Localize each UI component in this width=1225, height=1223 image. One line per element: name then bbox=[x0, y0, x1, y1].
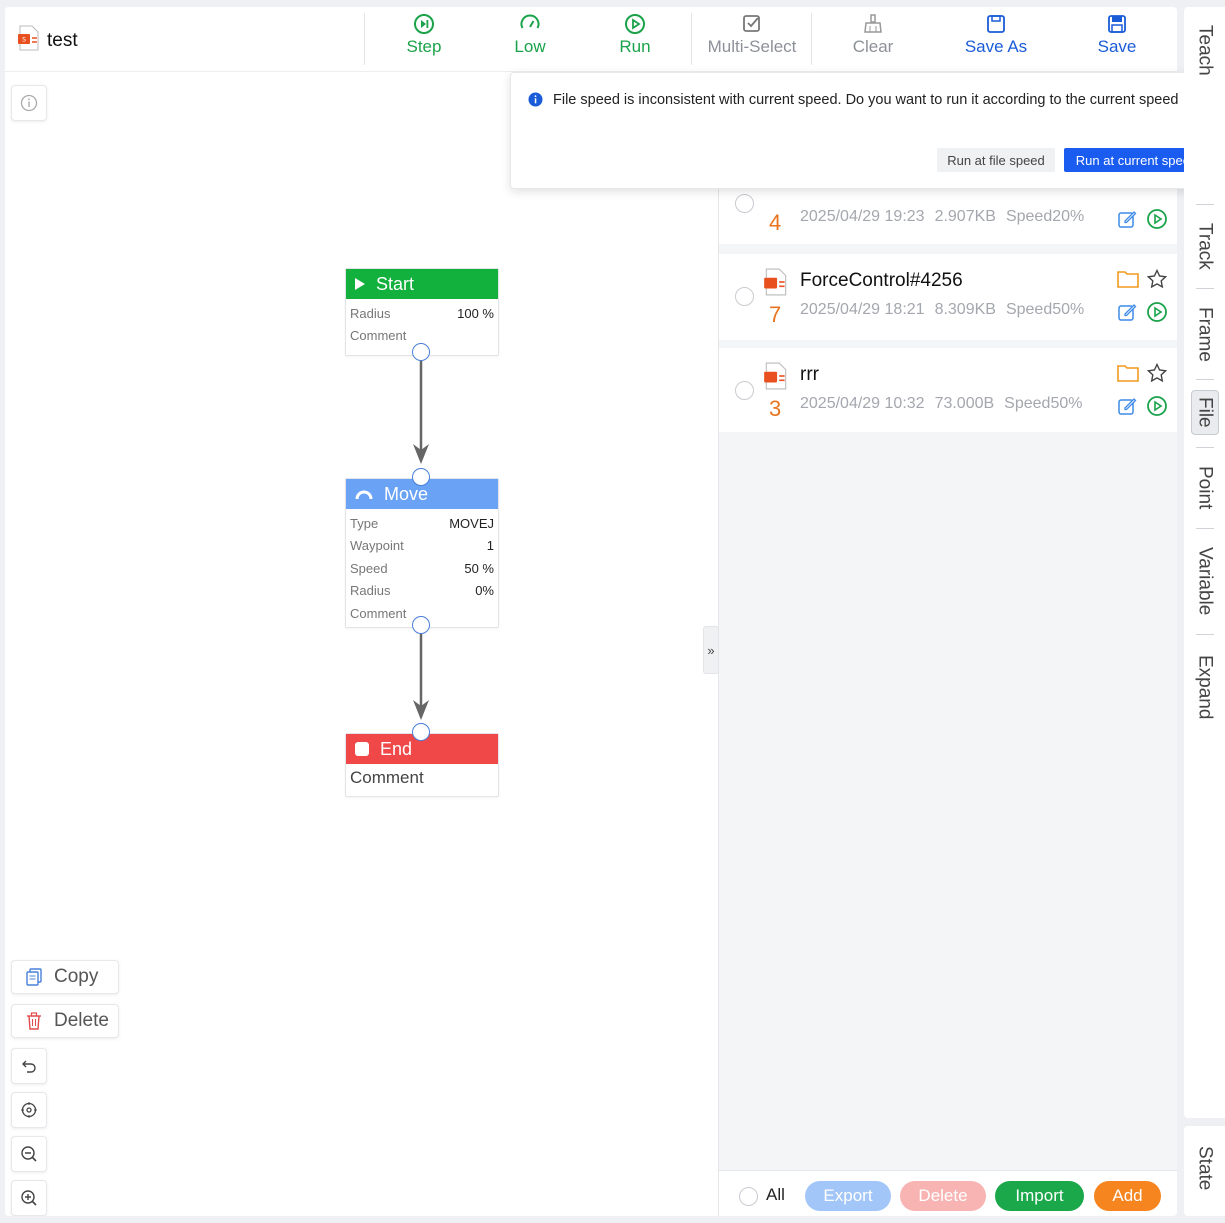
step-button[interactable]: Step bbox=[374, 13, 474, 65]
play-icon bbox=[355, 278, 365, 290]
file-action-bar: All Export Delete Import Add bbox=[719, 1170, 1177, 1216]
folder-icon[interactable] bbox=[1117, 270, 1139, 288]
delete-node-button[interactable]: Delete bbox=[11, 1004, 119, 1038]
start-radius-row: Radius 100 % bbox=[350, 305, 494, 321]
toolbar-divider bbox=[364, 13, 365, 65]
zoom-in-button[interactable] bbox=[11, 1180, 47, 1216]
flow-connectors bbox=[413, 360, 429, 720]
run-file-icon[interactable] bbox=[1146, 395, 1168, 417]
center-view-button[interactable] bbox=[11, 1092, 47, 1128]
broom-icon bbox=[864, 14, 882, 33]
select-all-label: All bbox=[766, 1185, 785, 1204]
tab-frame[interactable]: Frame bbox=[1184, 307, 1225, 362]
edit-icon[interactable] bbox=[1117, 209, 1137, 229]
double-chevron-right-icon: » bbox=[707, 642, 715, 658]
undo-button[interactable] bbox=[11, 1048, 47, 1084]
tab-variable[interactable]: Variable bbox=[1184, 547, 1225, 615]
tab-divider bbox=[1196, 204, 1214, 205]
start-output-port[interactable] bbox=[412, 343, 430, 361]
end-input-port[interactable] bbox=[412, 723, 430, 741]
page-title: test bbox=[47, 30, 78, 51]
crosshair-icon bbox=[21, 1102, 37, 1118]
move-input-port[interactable] bbox=[412, 468, 430, 486]
file-select-radio[interactable] bbox=[735, 287, 754, 306]
zoom-out-button[interactable] bbox=[11, 1136, 47, 1172]
flow-canvas[interactable]: Start Radius 100 % Comment Move Type MOVEJ… bbox=[5, 72, 717, 1216]
tab-divider bbox=[1196, 634, 1214, 635]
copy-button[interactable]: Copy bbox=[11, 960, 119, 994]
run-file-icon[interactable] bbox=[1146, 301, 1168, 323]
tab-divider bbox=[1196, 379, 1214, 380]
step-icon bbox=[414, 14, 434, 34]
clear-button[interactable]: Clear bbox=[823, 13, 923, 65]
tab-state[interactable]: State bbox=[1184, 1146, 1225, 1190]
save-icon bbox=[1108, 15, 1126, 33]
multi-select-button[interactable]: Multi-Select bbox=[702, 13, 802, 65]
tab-point[interactable]: Point bbox=[1184, 466, 1225, 509]
program-file-icon bbox=[764, 268, 787, 296]
folder-icon[interactable] bbox=[1117, 364, 1139, 382]
trash-icon bbox=[27, 1012, 41, 1030]
end-comment-row: Comment bbox=[350, 768, 424, 787]
popup-message: File speed is inconsistent with current … bbox=[553, 92, 1179, 108]
file-title: S test bbox=[17, 25, 78, 57]
program-file-icon: S bbox=[17, 25, 41, 57]
side-tab-strip: Teach Track Frame File Point Variable Ex… bbox=[1184, 7, 1225, 1118]
select-all-radio[interactable] bbox=[739, 1187, 758, 1206]
end-node[interactable]: End Comment bbox=[345, 733, 499, 797]
tab-teach[interactable]: Teach bbox=[1184, 25, 1225, 85]
edit-icon[interactable] bbox=[1117, 302, 1137, 322]
tab-divider bbox=[1196, 288, 1214, 289]
save-as-icon bbox=[987, 15, 1005, 33]
star-icon[interactable] bbox=[1147, 269, 1167, 289]
speed-confirm-popup: File speed is inconsistent with current … bbox=[510, 72, 1225, 189]
start-node-header: Start bbox=[346, 269, 498, 299]
file-panel: 4 2025/04/29 19:23 2.907KB Speed20% ForceC… bbox=[718, 72, 1177, 1216]
tab-expand[interactable]: Expand bbox=[1184, 655, 1225, 719]
zoom-out-icon bbox=[21, 1146, 37, 1162]
toolbar: S test Step Low Run Multi-Select Clear S… bbox=[5, 7, 1177, 72]
svg-text:S: S bbox=[22, 37, 26, 44]
export-button[interactable]: Export bbox=[805, 1181, 891, 1211]
arc-move-icon bbox=[355, 490, 373, 500]
play-circle-icon bbox=[625, 14, 645, 34]
save-button[interactable]: Save bbox=[1067, 13, 1167, 65]
star-icon[interactable] bbox=[1147, 363, 1167, 383]
file-select-radio[interactable] bbox=[735, 194, 754, 213]
checkbox-icon bbox=[743, 15, 760, 32]
import-button[interactable]: Import bbox=[995, 1181, 1084, 1211]
run-at-file-speed-button[interactable]: Run at file speed bbox=[937, 148, 1055, 172]
edit-icon[interactable] bbox=[1117, 396, 1137, 416]
state-tab-strip: State bbox=[1184, 1126, 1225, 1216]
add-button[interactable]: Add bbox=[1094, 1181, 1161, 1211]
move-node[interactable]: Move Type MOVEJ Waypoint 1 Speed 50 % Radiu… bbox=[345, 478, 499, 628]
move-type-row: Type MOVEJ bbox=[350, 515, 494, 531]
move-speed-row: Speed 50 % bbox=[350, 560, 494, 576]
move-radius-row: Radius 0% bbox=[350, 583, 494, 599]
undo-icon bbox=[22, 1060, 36, 1073]
file-select-radio[interactable] bbox=[735, 381, 754, 400]
copy-icon bbox=[26, 968, 42, 986]
zoom-in-icon bbox=[21, 1190, 37, 1206]
save-as-button[interactable]: Save As bbox=[946, 13, 1046, 65]
run-button[interactable]: Run bbox=[585, 13, 685, 65]
collapse-panel-toggle[interactable]: » bbox=[703, 626, 719, 674]
tab-divider bbox=[1196, 528, 1214, 529]
delete-button[interactable]: Delete bbox=[900, 1181, 986, 1211]
list-item[interactable]: ForceControl#4256 7 2025/04/29 18:21 8.30… bbox=[719, 254, 1177, 340]
move-output-port[interactable] bbox=[412, 616, 430, 634]
move-waypoint-row: Waypoint 1 bbox=[350, 538, 494, 554]
run-file-icon[interactable] bbox=[1146, 208, 1168, 230]
toolbar-divider bbox=[811, 13, 812, 65]
program-file-icon bbox=[764, 362, 787, 390]
tab-divider bbox=[1196, 447, 1214, 448]
low-button[interactable]: Low bbox=[480, 13, 580, 65]
stop-icon bbox=[355, 742, 369, 756]
speedometer-icon bbox=[520, 14, 540, 29]
info-icon bbox=[528, 92, 543, 107]
list-item[interactable]: rrr 3 2025/04/29 10:32 73.000B Speed50% bbox=[719, 348, 1177, 432]
tab-file[interactable]: File bbox=[1184, 390, 1225, 435]
tab-track[interactable]: Track bbox=[1184, 223, 1225, 270]
toolbar-divider bbox=[691, 13, 692, 65]
